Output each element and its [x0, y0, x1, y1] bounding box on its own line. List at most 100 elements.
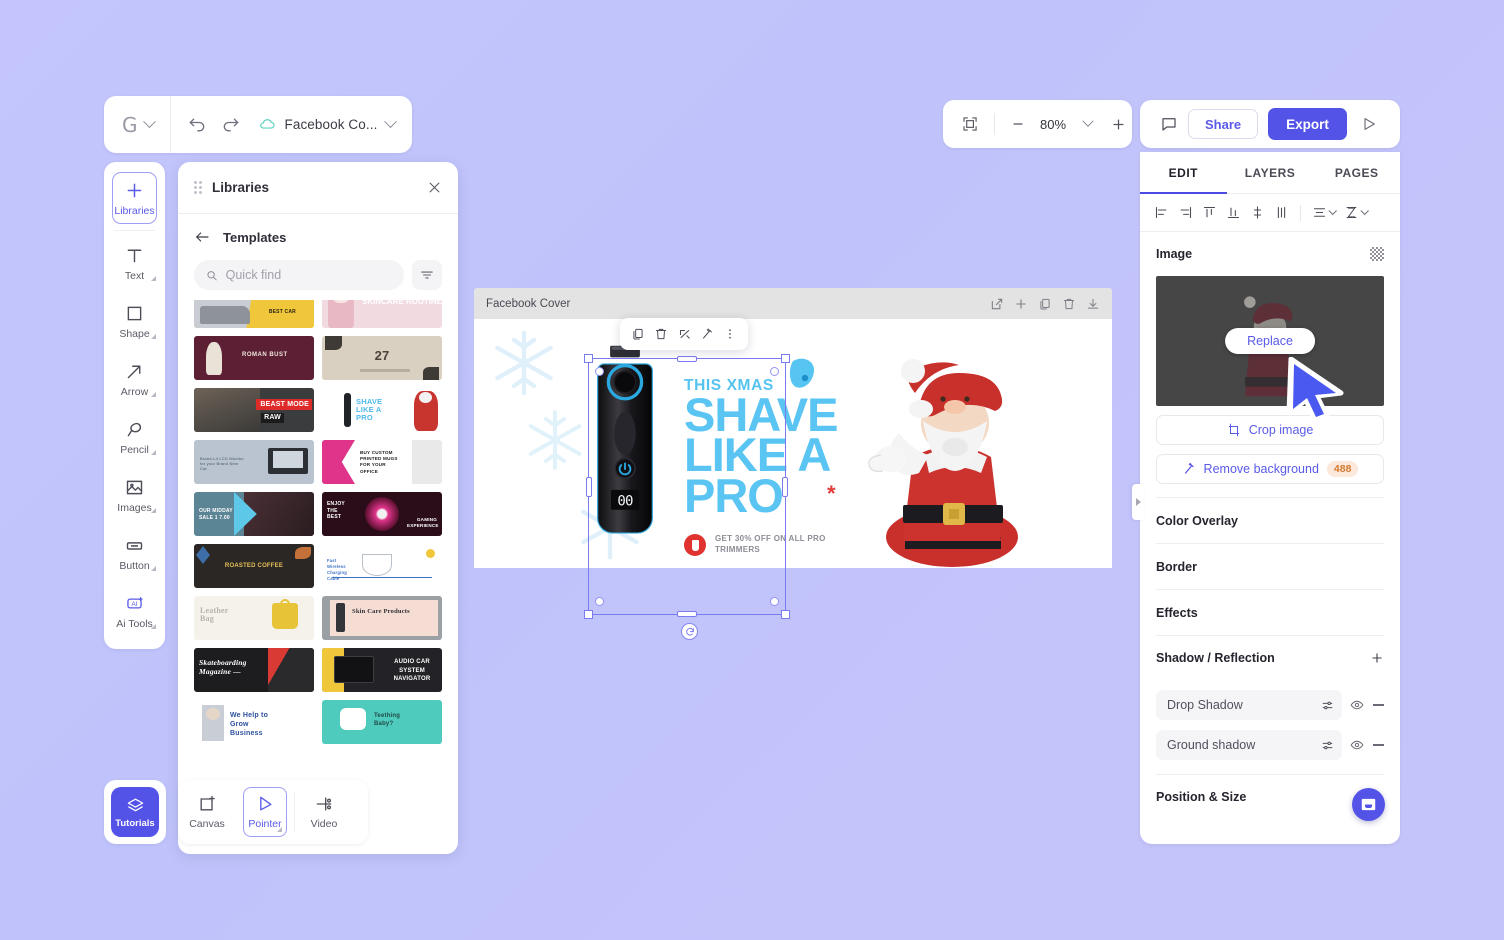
- drag-handle-icon[interactable]: [194, 180, 202, 195]
- template-card[interactable]: Teething Baby?: [322, 700, 442, 744]
- align-left-icon[interactable]: [1154, 205, 1169, 220]
- distribute-horizontal-icon[interactable]: [1274, 205, 1289, 220]
- align-bottom-icon[interactable]: [1226, 205, 1241, 220]
- section-effects[interactable]: Effects: [1156, 590, 1384, 636]
- distribute-vertical-icon[interactable]: [1250, 205, 1265, 220]
- remove-background-button[interactable]: Remove background 488: [1156, 454, 1384, 484]
- export-button[interactable]: Export: [1268, 108, 1347, 140]
- magic-wand-icon[interactable]: [700, 327, 714, 341]
- rail-item-text[interactable]: Text: [104, 234, 165, 292]
- section-position-size[interactable]: Position & Size: [1156, 775, 1384, 819]
- template-card[interactable]: 27: [322, 336, 442, 380]
- more-icon[interactable]: [723, 327, 737, 341]
- zoom-out-button[interactable]: [1004, 110, 1032, 138]
- download-icon[interactable]: [1086, 297, 1100, 311]
- template-card[interactable]: Fast Wireless Charging Cable: [322, 544, 442, 588]
- document-title-menu[interactable]: Facebook Co...: [257, 115, 398, 132]
- brand-menu[interactable]: G: [104, 115, 170, 135]
- checkerboard-icon[interactable]: [1370, 247, 1384, 261]
- edit-icon[interactable]: [990, 297, 1004, 311]
- image-thumbnail[interactable]: Replace: [1156, 276, 1384, 406]
- resize-handle-bottom[interactable]: [677, 611, 697, 617]
- resize-handle-top-right[interactable]: [781, 354, 790, 363]
- search-input[interactable]: [225, 268, 392, 282]
- chat-support-button[interactable]: [1352, 788, 1385, 821]
- tab-edit[interactable]: EDIT: [1140, 152, 1227, 194]
- crop-image-button[interactable]: Crop image: [1156, 415, 1384, 445]
- resize-handle-left[interactable]: [586, 476, 592, 497]
- align-right-icon[interactable]: [1178, 205, 1193, 220]
- fit-to-screen-icon[interactable]: [962, 115, 978, 133]
- delete-icon[interactable]: [654, 327, 668, 341]
- back-arrow-icon[interactable]: [194, 230, 210, 244]
- zoom-in-button[interactable]: [1104, 110, 1132, 138]
- template-card[interactable]: Leather Bag: [194, 596, 314, 640]
- ground-shadow-settings-button[interactable]: [1313, 739, 1341, 752]
- section-color-overlay[interactable]: Color Overlay: [1156, 498, 1384, 544]
- template-card[interactable]: We Help to Grow Business: [194, 700, 314, 744]
- resize-handle-bottom-right[interactable]: [781, 610, 790, 619]
- undo-icon[interactable]: [187, 115, 207, 135]
- design-canvas[interactable]: 00 THIS XMAS SHAVE LIKE A PRO * GET 30% …: [474, 319, 1112, 568]
- duplicate-icon[interactable]: [1038, 297, 1052, 311]
- template-card[interactable]: SHAVE LIKE A PRO: [322, 388, 442, 432]
- template-card[interactable]: BEAST MODE RAW: [194, 388, 314, 432]
- template-search-box[interactable]: [194, 260, 404, 290]
- template-card[interactable]: ENJOY THE BEST GAMING EXPERIENCE: [322, 492, 442, 536]
- rotate-button[interactable]: [681, 623, 698, 640]
- tool-pointer[interactable]: Pointer: [236, 780, 294, 844]
- zoom-dropdown-button[interactable]: [1074, 110, 1102, 138]
- resize-handle-right[interactable]: [782, 476, 788, 497]
- rotate-handle-top-left[interactable]: [595, 367, 604, 376]
- rail-item-arrow[interactable]: Arrow: [104, 350, 165, 408]
- visibility-eye-icon[interactable]: [1350, 738, 1364, 752]
- template-card[interactable]: CHOOSE YOUR ROAD. BEST CAR: [194, 300, 314, 328]
- resize-handle-bottom-left[interactable]: [584, 610, 593, 619]
- rail-item-button[interactable]: Button: [104, 524, 165, 582]
- close-icon[interactable]: [427, 180, 442, 195]
- template-card[interactable]: Brand-Lit LCD Monitor for your Brand New…: [194, 440, 314, 484]
- template-card[interactable]: SKINCARE ROUTINE: [322, 300, 442, 328]
- rotate-handle-bottom-right[interactable]: [770, 597, 779, 606]
- templates-scroll-area[interactable]: CHOOSE YOUR ROAD. BEST CAR SKINCARE ROUT…: [178, 300, 458, 854]
- filter-button[interactable]: [412, 260, 442, 290]
- template-card[interactable]: Skin Care Products: [322, 596, 442, 640]
- plus-icon[interactable]: [1370, 651, 1384, 665]
- template-card[interactable]: BUY CUSTOM PRINTED MUGS FOR YOUR OFFICE: [322, 440, 442, 484]
- comment-icon[interactable]: [1160, 115, 1178, 133]
- arrange-menu-button[interactable]: [1344, 205, 1369, 220]
- rail-item-pencil[interactable]: Pencil: [104, 408, 165, 466]
- template-card[interactable]: Skateboarding Magazine —: [194, 648, 314, 692]
- remove-shadow-button[interactable]: [1373, 704, 1384, 706]
- rail-item-ai-tools[interactable]: AI Ai Tools: [104, 582, 165, 640]
- resize-handle-top-left[interactable]: [584, 354, 593, 363]
- template-card[interactable]: ROMAN BUST: [194, 336, 314, 380]
- template-card[interactable]: OUR MIDDAY SALE 1 7.00: [194, 492, 314, 536]
- tab-layers[interactable]: LAYERS: [1227, 152, 1314, 193]
- santa-image[interactable]: [855, 337, 1055, 567]
- visibility-eye-icon[interactable]: [1350, 698, 1364, 712]
- present-play-icon[interactable]: [1361, 116, 1377, 132]
- add-icon[interactable]: [1014, 297, 1028, 311]
- rail-item-shape[interactable]: Shape: [104, 292, 165, 350]
- align-top-icon[interactable]: [1202, 205, 1217, 220]
- delete-icon[interactable]: [1062, 297, 1076, 311]
- panel-collapse-handle[interactable]: [1132, 484, 1144, 520]
- section-border[interactable]: Border: [1156, 544, 1384, 590]
- redo-icon[interactable]: [221, 115, 241, 135]
- rail-item-libraries[interactable]: Libraries: [104, 169, 165, 227]
- rotate-handle-top-right[interactable]: [770, 367, 779, 376]
- share-button[interactable]: Share: [1188, 109, 1259, 139]
- drop-shadow-settings-button[interactable]: [1313, 699, 1341, 712]
- selection-bounding-box[interactable]: [584, 354, 790, 619]
- tutorials-button[interactable]: Tutorials: [111, 787, 159, 837]
- tool-video[interactable]: Video: [295, 780, 353, 844]
- template-card[interactable]: ROASTED COFFEE: [194, 544, 314, 588]
- replace-image-button[interactable]: Replace: [1225, 328, 1315, 354]
- flip-icon[interactable]: [677, 327, 691, 341]
- remove-shadow-button[interactable]: [1373, 744, 1384, 746]
- rail-item-images[interactable]: Images: [104, 466, 165, 524]
- resize-handle-top[interactable]: [677, 356, 697, 362]
- tool-canvas[interactable]: Canvas: [178, 780, 236, 844]
- tab-pages[interactable]: PAGES: [1313, 152, 1400, 193]
